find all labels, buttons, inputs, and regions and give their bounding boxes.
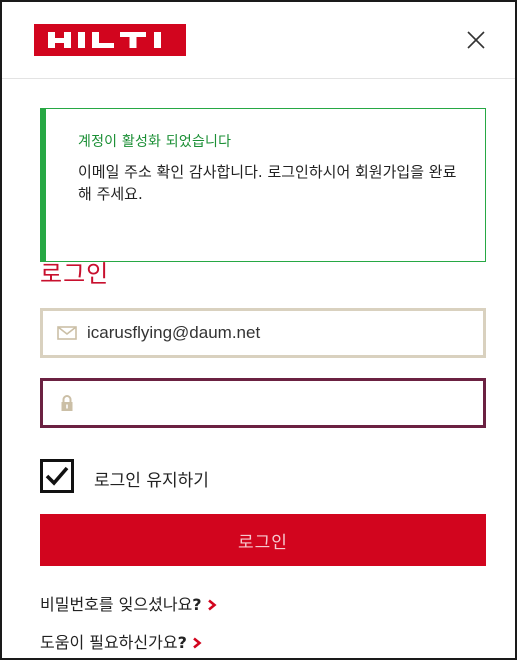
forgot-password-text[interactable]: 비밀번호를 잊으셨나요 [40,595,192,614]
login-dialog: 계정이 활성화 되었습니다 이메일 주소 확인 감사합니다. 로그인하시어 회원… [0,0,517,660]
close-icon[interactable] [464,28,488,52]
chevron-right-icon[interactable] [191,637,203,649]
alert-message: 이메일 주소 확인 감사합니다. 로그인하시어 회원가입을 완료해 주세요. [78,163,457,203]
chevron-right-icon[interactable] [206,599,218,611]
email-input[interactable] [87,311,467,355]
remember-label[interactable]: 로그인 유지하기 [94,466,209,491]
password-field[interactable] [40,378,486,428]
forgot-password-link[interactable]: 비밀번호를 잊으셨나요? [40,591,218,615]
hilti-logo [34,24,186,56]
need-help-mark[interactable]: ? [178,633,187,652]
dialog-header [2,2,515,79]
alert-title: 계정이 활성화 되었습니다 [78,134,232,150]
remember-checkbox[interactable] [40,459,74,493]
lock-icon [61,395,73,411]
email-field[interactable] [40,308,486,358]
envelope-icon [57,326,77,340]
login-heading: 로그인 [40,260,110,288]
need-help-link[interactable]: 도움이 필요하신가요? [40,629,203,653]
password-input[interactable] [87,381,467,425]
need-help-text[interactable]: 도움이 필요하신가요 [40,633,178,652]
success-alert: 계정이 활성화 되었습니다 이메일 주소 확인 감사합니다. 로그인하시어 회원… [40,108,486,262]
checkmark-icon [45,466,69,486]
forgot-password-mark[interactable]: ? [192,595,201,614]
login-button[interactable]: 로그인 [40,514,486,566]
